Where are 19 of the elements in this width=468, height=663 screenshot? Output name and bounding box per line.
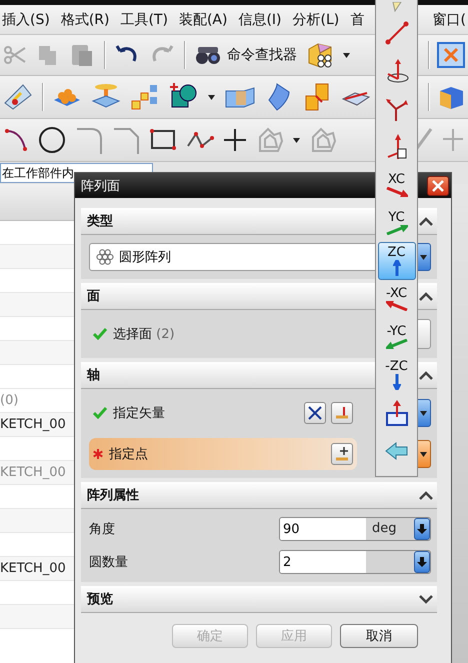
dialog-title: 阵列面 [81, 178, 120, 194]
section-title: 阵列属性 [87, 487, 139, 504]
axis-label: -YC [386, 325, 406, 339]
axis-label: -ZC [385, 360, 408, 374]
axis-label: XC [388, 173, 406, 187]
section-title: 预览 [87, 591, 113, 608]
selection-label: 选择面 (2) [113, 326, 175, 343]
field-label: 圆数量 [89, 554, 129, 571]
selection-label: 指定矢量 [113, 405, 165, 422]
dropdown-value: 圆形阵列 [119, 249, 171, 266]
selection-label: 指定点 [109, 446, 148, 463]
section-title: 类型 [87, 213, 113, 230]
axis-label: ZC [388, 246, 406, 260]
axis-label: YC [388, 211, 405, 225]
field-label: 角度 [89, 521, 116, 538]
section-title: 轴 [87, 367, 100, 384]
section-title: 面 [87, 288, 100, 305]
unit-label: deg [371, 520, 398, 538]
axis-label: -XC [386, 287, 408, 301]
